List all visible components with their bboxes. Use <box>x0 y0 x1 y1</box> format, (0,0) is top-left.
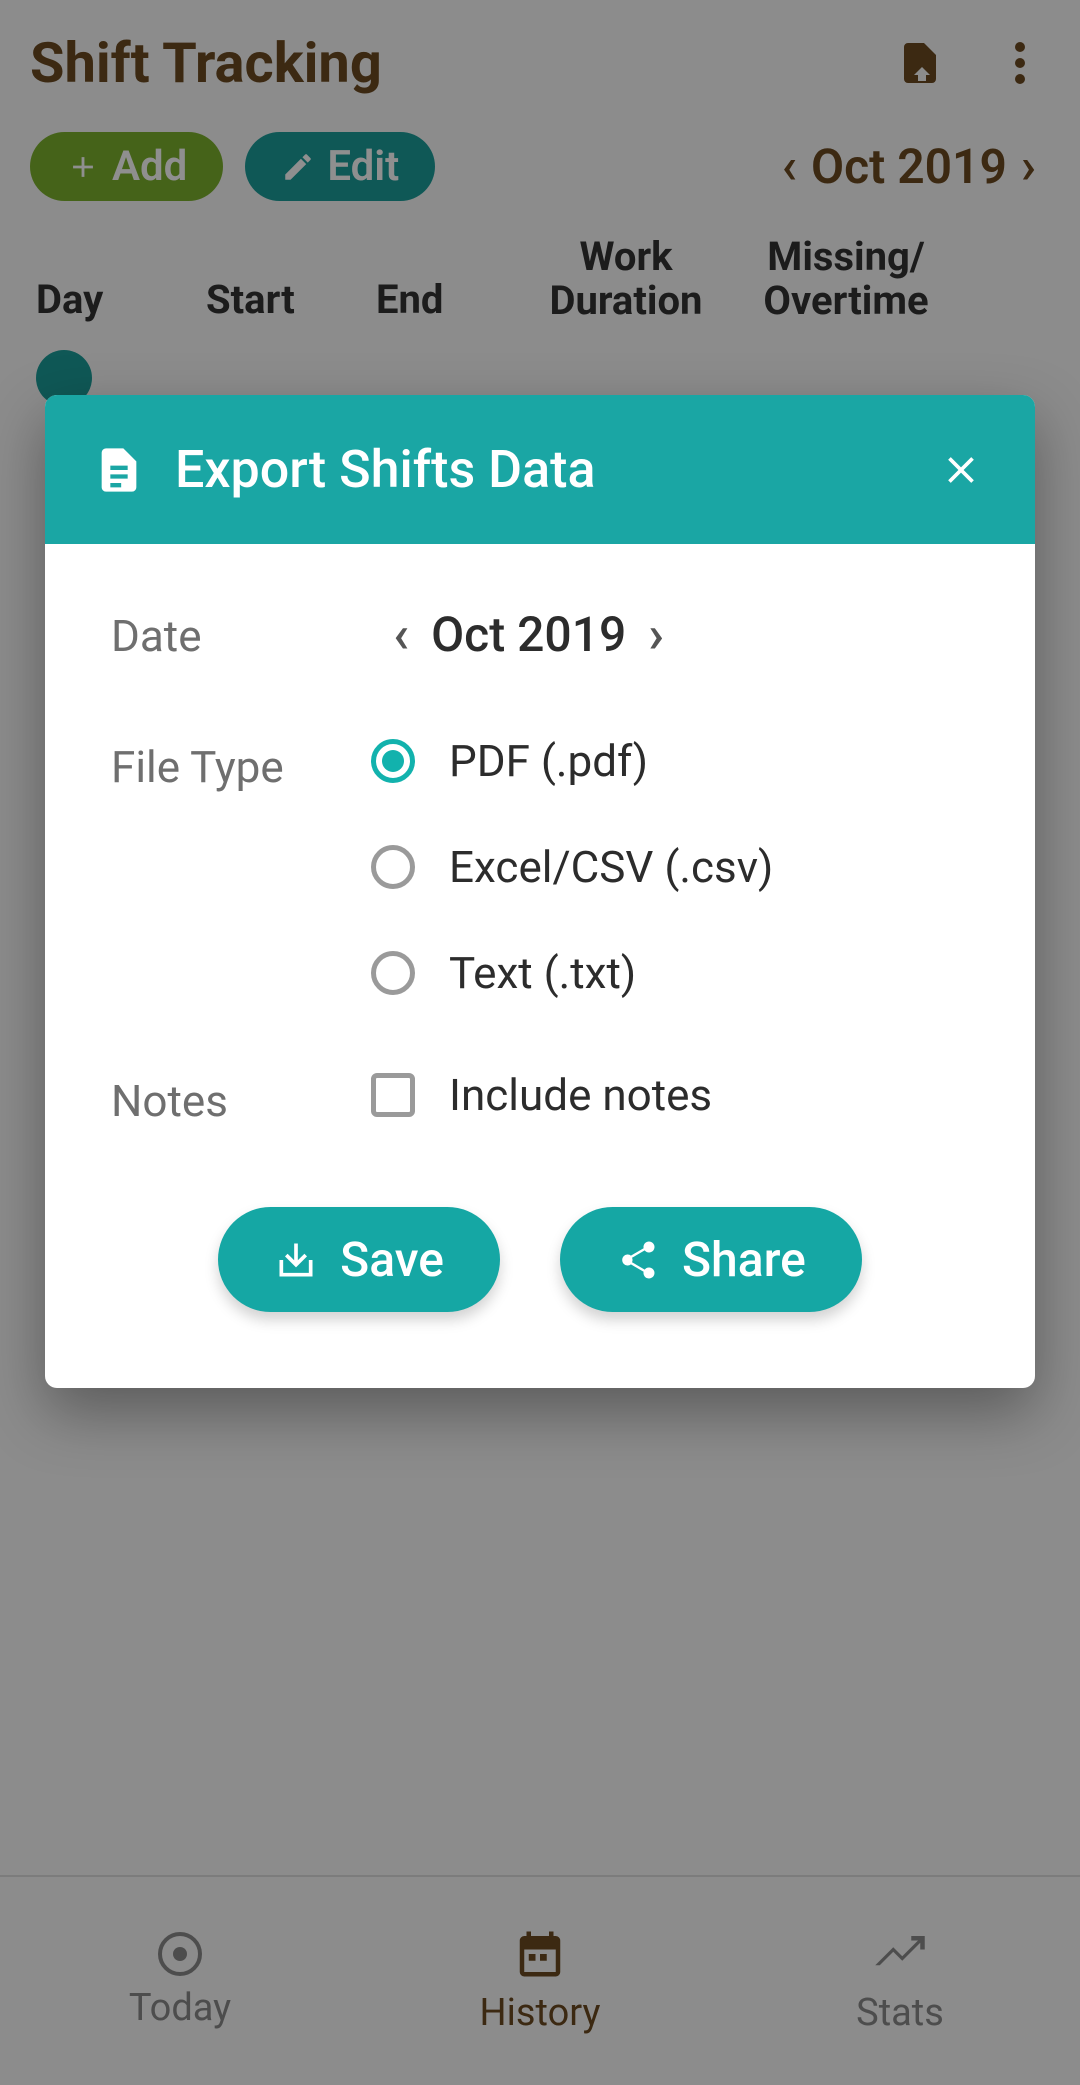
filetype-row: File Type PDF (.pdf) Excel/CSV (.csv) Te… <box>111 735 969 999</box>
share-button[interactable]: Share <box>560 1207 862 1312</box>
include-notes-checkbox[interactable]: Include notes <box>371 1069 969 1121</box>
dialog-title: Export Shifts Data <box>175 439 935 500</box>
share-label: Share <box>682 1231 806 1288</box>
radio-icon <box>371 951 415 995</box>
date-value[interactable]: Oct 2019 <box>431 606 626 663</box>
checkbox-icon <box>371 1073 415 1117</box>
date-label: Date <box>111 604 371 662</box>
close-button[interactable] <box>935 444 987 496</box>
radio-pdf-label: PDF (.pdf) <box>449 735 648 787</box>
include-notes-label: Include notes <box>449 1069 712 1121</box>
dialog-header: Export Shifts Data <box>45 395 1035 544</box>
dialog-actions: Save Share <box>111 1157 969 1338</box>
date-selector: ‹ Oct 2019 › <box>371 604 969 665</box>
document-icon <box>93 444 145 496</box>
date-prev-icon[interactable]: ‹ <box>371 604 431 665</box>
radio-txt-label: Text (.txt) <box>449 947 636 999</box>
notes-label: Notes <box>111 1069 371 1127</box>
close-icon <box>939 448 983 492</box>
save-label: Save <box>340 1231 444 1288</box>
download-icon <box>274 1238 318 1282</box>
radio-csv-label: Excel/CSV (.csv) <box>449 841 773 893</box>
notes-row: Notes Include notes <box>111 1069 969 1127</box>
export-dialog: Export Shifts Data Date ‹ Oct 2019 › Fil… <box>45 395 1035 1388</box>
date-next-icon[interactable]: › <box>626 604 686 665</box>
share-icon <box>616 1238 660 1282</box>
radio-icon <box>371 739 415 783</box>
radio-txt[interactable]: Text (.txt) <box>371 947 969 999</box>
date-row: Date ‹ Oct 2019 › <box>111 604 969 665</box>
radio-csv[interactable]: Excel/CSV (.csv) <box>371 841 969 893</box>
save-button[interactable]: Save <box>218 1207 500 1312</box>
radio-icon <box>371 845 415 889</box>
radio-pdf[interactable]: PDF (.pdf) <box>371 735 969 787</box>
filetype-label: File Type <box>111 735 371 793</box>
